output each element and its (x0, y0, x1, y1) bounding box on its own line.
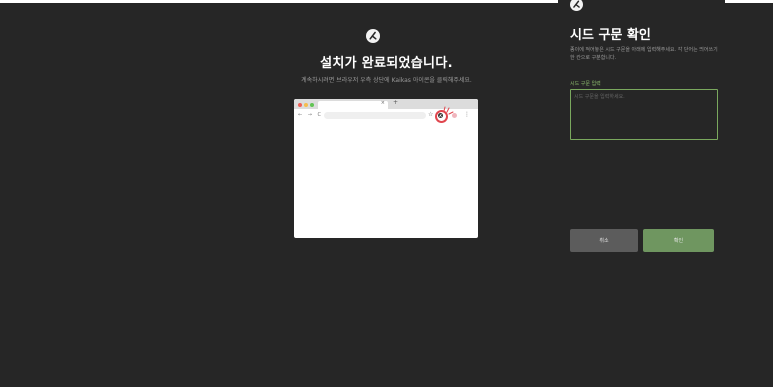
address-bar (324, 112, 426, 119)
browser-toolbar: ← → C ☆ ⋮ (294, 106, 478, 123)
maximize-dot (310, 103, 314, 107)
seed-phrase-input[interactable] (570, 89, 718, 140)
cancel-button[interactable]: 취소 (570, 229, 638, 252)
close-icon: × (380, 100, 385, 106)
browser-illustration: × + ← → C ☆ ⋮ (294, 99, 478, 238)
confirm-button[interactable]: 확인 (643, 229, 714, 252)
seed-confirm-panel: 시드 구문 확인 종이에 적어놓은 시드 구문을 아래에 입력해주세요. 각 단… (558, 0, 725, 262)
close-dot (298, 103, 302, 107)
plus-icon: + (393, 99, 399, 106)
menu-icon: ⋮ (464, 111, 470, 118)
browser-tab: × (318, 100, 388, 109)
seed-input-label: 시드 구문 입력 (570, 81, 601, 87)
browser-nav-icons: ← → C (298, 112, 324, 118)
minimize-dot (304, 103, 308, 107)
panel-title: 시드 구문 확인 (570, 28, 651, 43)
panel-description: 종이에 적어놓은 시드 구문을 아래에 입력해주세요. 각 단어는 띄어쓰기 한… (570, 47, 718, 61)
extension-icon (452, 113, 457, 118)
star-icon: ☆ (428, 111, 434, 118)
kaikas-logo-icon (366, 29, 380, 43)
kaikas-logo-icon (570, 0, 583, 11)
